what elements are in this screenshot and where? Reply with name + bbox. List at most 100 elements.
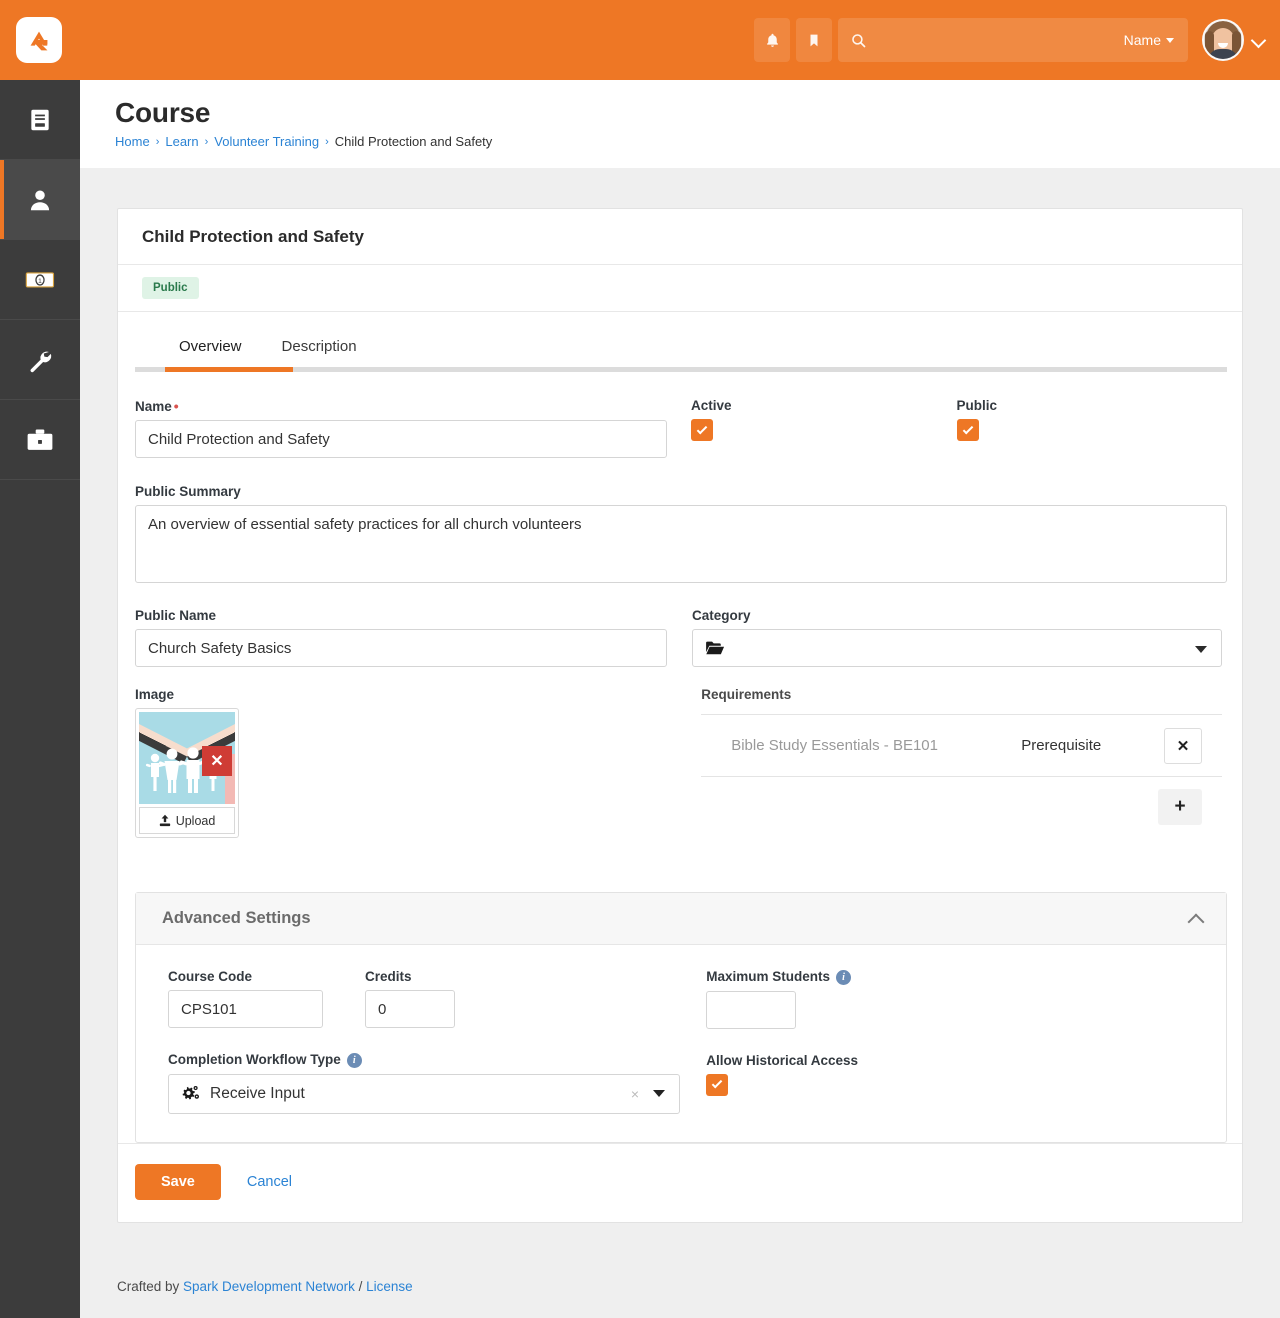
breadcrumb-item-volunteer-training[interactable]: Volunteer Training [214, 134, 319, 149]
completion-workflow-value: Receive Input [210, 1084, 305, 1102]
info-icon[interactable]: i [346, 1052, 362, 1068]
bookmarks-button[interactable] [796, 18, 832, 62]
field-name: Name • [135, 398, 674, 458]
check-icon [962, 423, 973, 434]
completion-workflow-label: Completion Workflow Type i [168, 1052, 706, 1068]
sidebar-item-finance[interactable]: 1 [0, 240, 80, 320]
credits-input[interactable] [365, 990, 455, 1028]
save-button[interactable]: Save [135, 1163, 221, 1200]
caret-down-icon [653, 1090, 665, 1098]
table-row: Bible Study Essentials - BE101 Prerequis… [701, 715, 1222, 777]
topbar-actions: Name [754, 18, 1280, 62]
bookmark-icon [810, 34, 818, 46]
name-label: Name • [135, 398, 674, 414]
tabs-section: Overview Description [118, 312, 1242, 372]
image-label: Image [135, 687, 175, 702]
row-public-name-category: Public Name Category [135, 608, 1222, 687]
person-icon [30, 189, 50, 210]
user-menu-chevron-down-icon[interactable] [1252, 33, 1266, 47]
caret-down-icon [1195, 646, 1207, 653]
course-code-input[interactable] [168, 990, 323, 1028]
folder-open-icon [706, 641, 725, 655]
upload-button[interactable]: Upload [139, 807, 235, 834]
tab-overview[interactable]: Overview [163, 334, 258, 367]
public-checkbox[interactable] [956, 419, 979, 441]
search-input[interactable] [877, 31, 1124, 49]
credits-label: Credits [365, 969, 412, 984]
public-summary-textarea[interactable] [135, 505, 1227, 583]
field-active: Active [691, 398, 957, 441]
avatar-shoulders [1208, 49, 1238, 59]
search-scope-label: Name [1123, 32, 1161, 48]
delete-x-icon[interactable]: ✕ [202, 746, 232, 776]
image-uploader: ✕ Upload [135, 708, 239, 838]
search-scope-dropdown[interactable]: Name [1124, 32, 1174, 48]
badge-row: Public [118, 265, 1242, 312]
form-body: Name• Active [118, 372, 1242, 868]
sidebar-item-admin[interactable] [0, 400, 80, 480]
sidebar-item-people[interactable] [0, 160, 80, 240]
breadcrumb-item-learn[interactable]: Learn [165, 134, 198, 149]
upload-label: Upload [175, 813, 216, 828]
advanced-settings-header[interactable]: Advanced Settings [136, 893, 1226, 945]
requirement-type: Prerequisite [1021, 737, 1102, 754]
allow-historical-checkbox[interactable] [706, 1073, 729, 1096]
avatar[interactable] [1202, 19, 1244, 61]
remove-requirement-button[interactable]: ✕ [1164, 727, 1202, 764]
status-badge: Public [142, 277, 199, 299]
public-name-input[interactable] [135, 629, 667, 667]
name-input[interactable] [135, 420, 667, 458]
field-image: Image ✕ Upload [135, 687, 684, 838]
maximum-students-input[interactable] [706, 990, 797, 1029]
tab-underline-active [165, 367, 293, 372]
requirement-name: Bible Study Essentials - BE101 [731, 737, 938, 754]
bell-icon [766, 33, 778, 47]
add-requirement-button[interactable]: + [1158, 789, 1202, 825]
footer-prefix: Crafted by [117, 1279, 184, 1294]
course-title: Child Protection and Safety [142, 227, 364, 246]
clear-selection-icon[interactable]: × [631, 1086, 639, 1102]
field-completion-workflow: Completion Workflow Type i Receive Input… [168, 1052, 706, 1114]
row-name: Name• Active [135, 398, 1222, 478]
sidebar-item-tools[interactable] [0, 320, 80, 400]
check-icon [711, 1078, 723, 1089]
info-icon[interactable]: i [836, 969, 851, 985]
image-thumbnail[interactable]: ✕ [139, 712, 235, 804]
tab-description[interactable]: Description [266, 334, 373, 367]
sidebar-item-content[interactable] [0, 80, 80, 160]
row-image-requirements: Image ✕ Upload Requirements Bible Study … [135, 687, 1222, 858]
breadcrumb-separator: › [325, 135, 329, 148]
active-label: Active [691, 398, 732, 413]
tab-list: Overview Description [135, 334, 1242, 367]
allow-historical-label: Allow Historical Access [706, 1052, 859, 1068]
active-checkbox[interactable] [691, 419, 713, 441]
rock-logo[interactable] [16, 17, 62, 63]
wrench-icon [30, 351, 52, 372]
breadcrumb-item-current: Child Protection and Safety [334, 134, 493, 150]
form-actions: Save Cancel [118, 1142, 1242, 1222]
footer-spark-link[interactable]: Spark Development Network [183, 1279, 355, 1294]
chevron-up-icon[interactable] [1188, 911, 1204, 927]
notifications-button[interactable] [754, 18, 790, 62]
breadcrumb: Home › Learn › Volunteer Training › Chil… [115, 134, 1280, 149]
completion-workflow-select[interactable]: Receive Input × [168, 1073, 680, 1114]
public-summary-label: Public Summary [135, 484, 241, 499]
upload-icon [159, 814, 170, 827]
footer-license-link[interactable]: License [366, 1279, 413, 1294]
maximum-students-label-text: Maximum Students [706, 969, 830, 984]
money-icon: 1 [25, 271, 55, 288]
category-select[interactable] [692, 629, 1222, 667]
advanced-left-column: Course Code Credits Completion Workflow … [168, 969, 706, 1114]
breadcrumb-separator: › [155, 135, 160, 148]
cancel-button[interactable]: Cancel [231, 1164, 308, 1200]
field-public-summary: Public Summary [135, 484, 1227, 588]
breadcrumb-item-home[interactable]: Home [115, 134, 150, 149]
top-navigation-bar: Name [0, 0, 1280, 80]
course-code-label: Course Code [168, 969, 253, 984]
field-category: Category [692, 608, 1222, 667]
left-sidebar: 1 [0, 80, 80, 1318]
global-search[interactable]: Name [838, 18, 1188, 62]
rock-logo-icon [30, 31, 48, 51]
caret-down-icon [1166, 37, 1174, 43]
book-icon [31, 109, 49, 130]
